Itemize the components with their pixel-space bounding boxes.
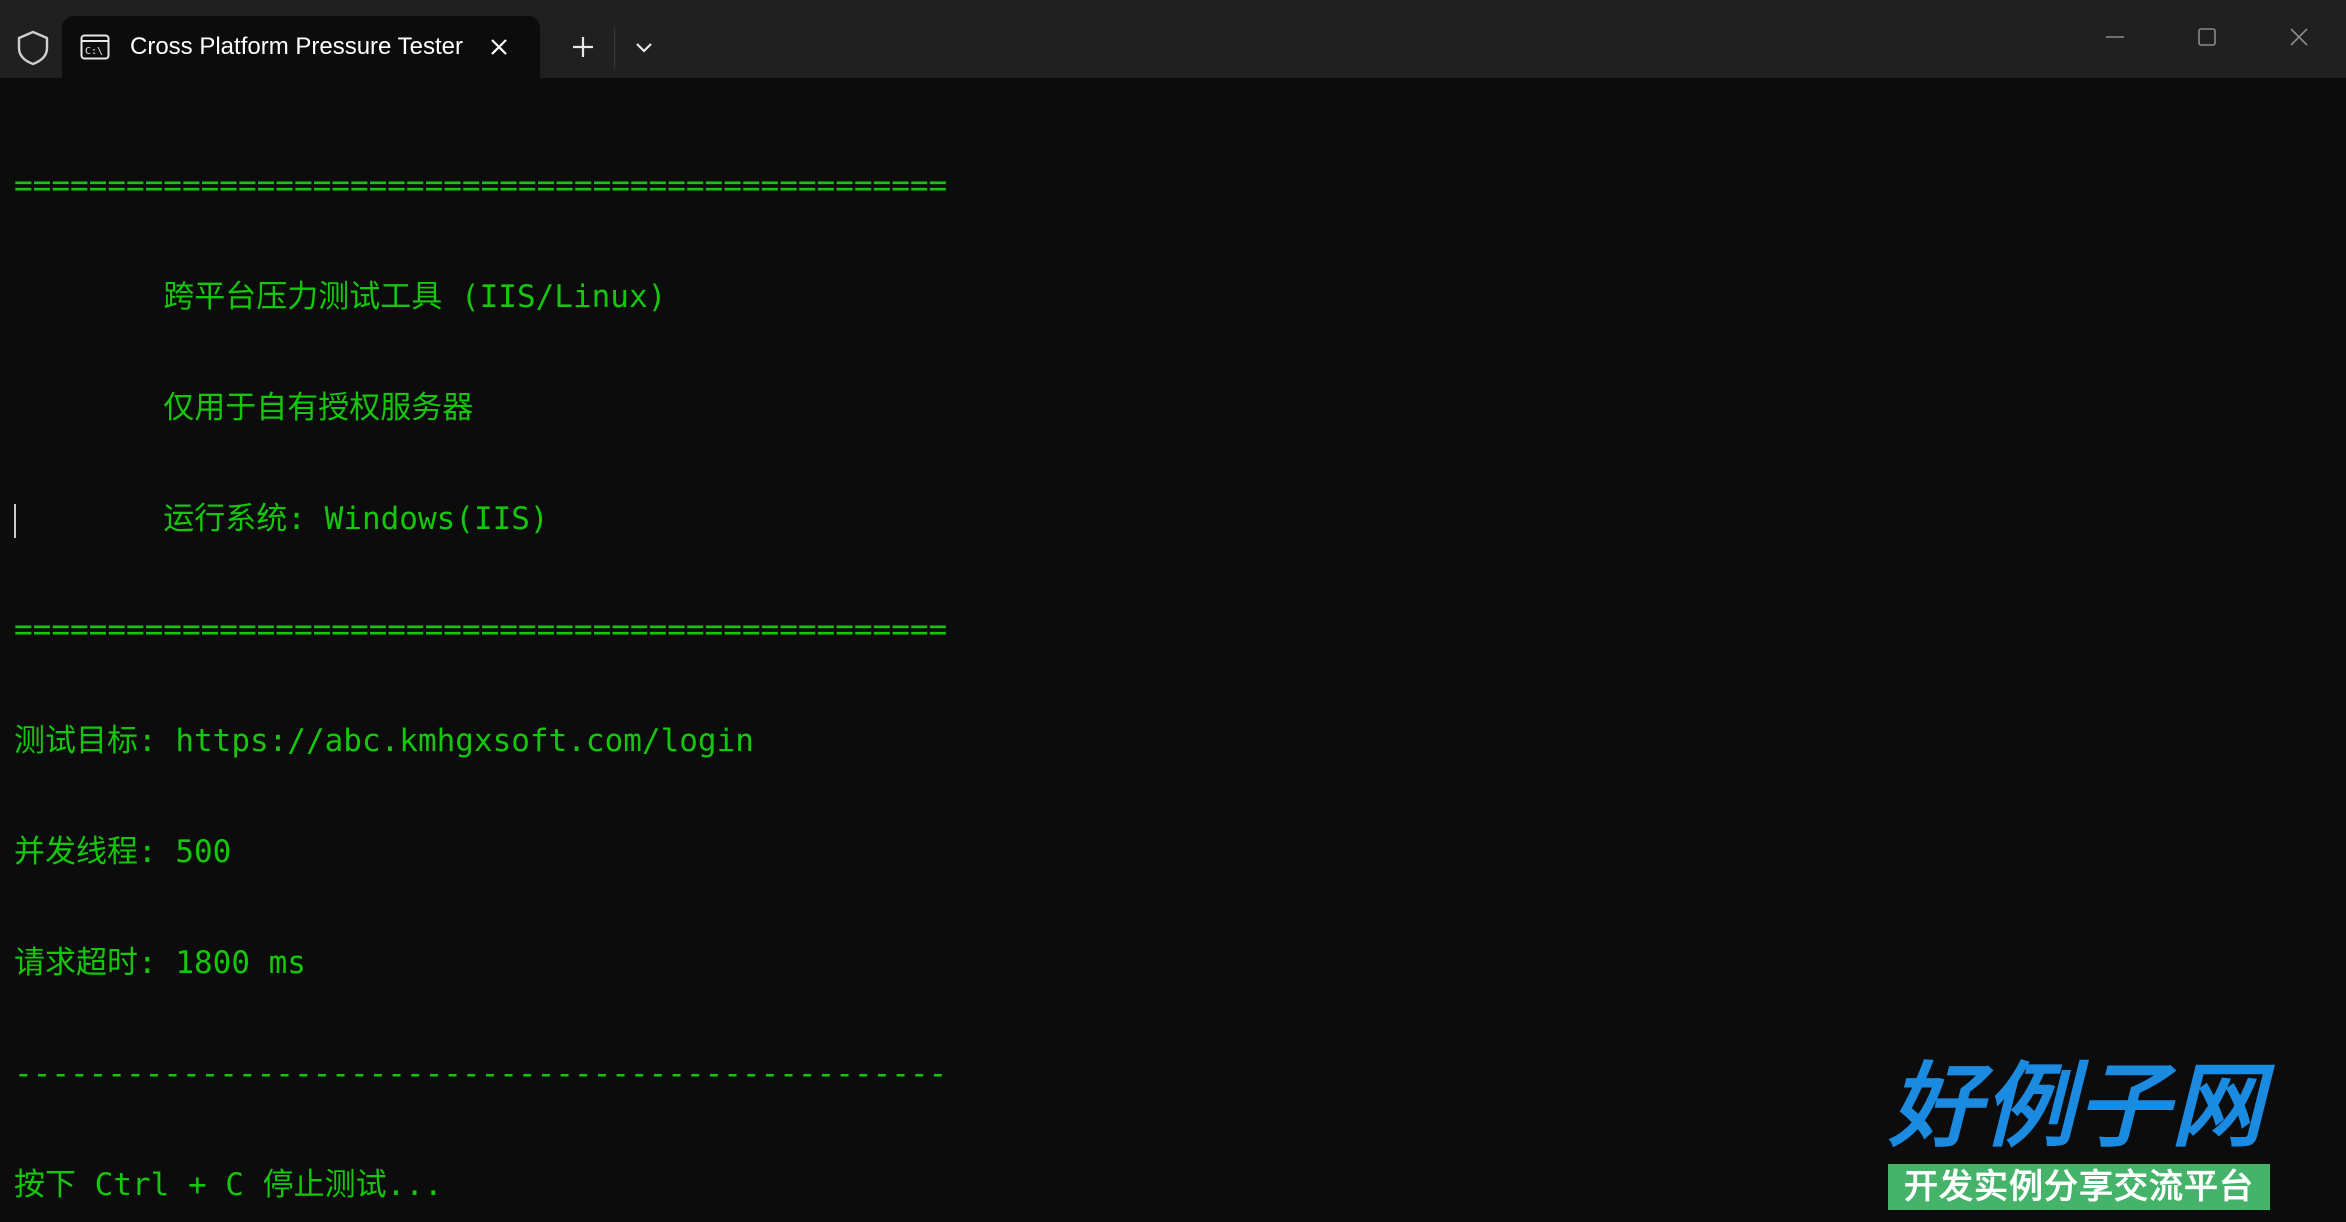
terminal-line: 并发线程: 500: [14, 834, 232, 870]
logo-main-text: 好例子网: [1888, 1052, 2265, 1160]
terminal-line: ========================================…: [14, 612, 948, 648]
logo-sub-text: 开发实例分享交流平台: [1888, 1164, 2270, 1210]
minimize-icon[interactable]: [2098, 20, 2132, 54]
terminal-line: 请求超时: 1800 ms: [14, 945, 306, 981]
svg-text:C:\: C:\: [85, 46, 103, 57]
maximize-icon[interactable]: [2190, 20, 2224, 54]
plus-icon[interactable]: [566, 30, 600, 64]
tab-terminal[interactable]: C:\ Cross Platform Pressure Tester: [62, 16, 540, 78]
title-bar[interactable]: C:\ Cross Platform Pressure Tester: [0, 0, 2346, 78]
window-close-icon[interactable]: [2282, 20, 2316, 54]
terminal-line: 仅用于自有授权服务器: [14, 390, 474, 426]
terminal-line: ========================================…: [14, 168, 948, 204]
site-logo: 好例子网 开发实例分享交流平台: [1884, 1056, 2270, 1212]
terminal-line: 运行系统: Windows(IIS): [14, 501, 549, 537]
terminal-window: C:\ Cross Platform Pressure Tester =====…: [0, 0, 2346, 1222]
text-cursor: [14, 504, 16, 538]
chevron-down-icon[interactable]: [630, 34, 658, 62]
terminal-line: 测试目标: https://abc.kmhgxsoft.com/login: [14, 723, 754, 759]
terminal-line: 跨平台压力测试工具 (IIS/Linux): [14, 279, 667, 315]
tab-title: Cross Platform Pressure Tester: [130, 33, 463, 60]
shield-icon: [17, 30, 49, 66]
tab-divider: [614, 28, 615, 68]
terminal-icon: C:\: [80, 34, 110, 60]
close-icon[interactable]: [484, 32, 514, 62]
